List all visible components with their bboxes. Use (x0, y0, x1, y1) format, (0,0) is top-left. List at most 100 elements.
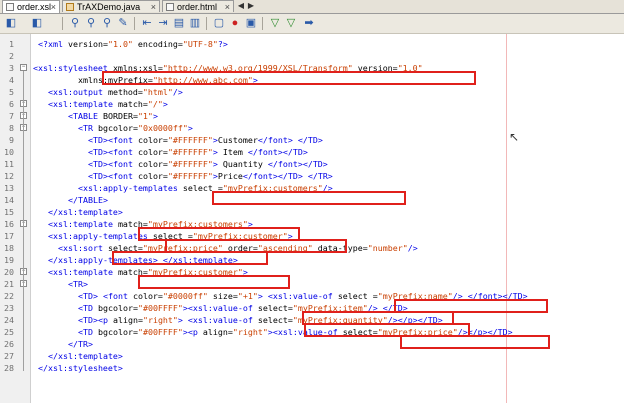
text-token: Quantity (217, 159, 268, 169)
code-line[interactable]: <xsl:template match="/"> (48, 98, 168, 110)
line-number: 13 (4, 183, 14, 193)
line-number: 25 (4, 327, 14, 337)
xml-tag-token: > <xsl:value-of (177, 315, 258, 325)
attribute-value-token: "#00FFFF" (137, 327, 183, 337)
line-number: 9 (9, 135, 14, 145)
editor-tab-bar: order.xsl × TrAXDemo.java × order.html ×… (0, 0, 624, 14)
validate-xml-icon[interactable]: ▽ (284, 16, 298, 30)
xml-tag-token: <TD><font (88, 135, 138, 145)
code-line[interactable]: </xsl:template> (48, 350, 123, 362)
close-icon[interactable]: × (151, 1, 156, 12)
attribute-value-token: "1" (137, 111, 153, 121)
find-next-icon[interactable]: ⚲ (100, 16, 114, 30)
xml-tag-token: <xsl:apply-templates (78, 183, 183, 193)
xml-tag-token: <xsl:sort (58, 243, 108, 253)
xml-tag-token: <TD><p (78, 315, 113, 325)
fold-toggle-icon[interactable]: − (20, 64, 27, 71)
uncomment-icon[interactable]: ▥ (188, 16, 202, 30)
text-token: method= (107, 87, 143, 97)
comment-icon[interactable]: ▤ (172, 16, 186, 30)
shift-left-icon[interactable]: ⇤ (140, 16, 154, 30)
text-token: bgcolor= (97, 327, 138, 337)
xml-tag-token: <xsl:stylesheet (33, 63, 113, 73)
highlight-select-price (400, 335, 550, 349)
macro-play-icon[interactable]: ▣ (244, 16, 258, 30)
close-icon[interactable]: × (51, 1, 56, 13)
toggle-highlight-icon[interactable]: ✎ (116, 16, 130, 30)
code-line[interactable]: <xsl:output method="html"/> (48, 86, 183, 98)
code-line[interactable]: </xsl:stylesheet> (38, 362, 123, 374)
xml-tag-token: </font></TD> </TR> (242, 171, 333, 181)
macro-record-icon[interactable]: ▢ (212, 16, 226, 30)
attribute-value-token: "right" (232, 327, 268, 337)
line-number: 22 (4, 291, 14, 301)
xml-tag-token: > <xsl:value-of (257, 291, 338, 301)
xml-tag-token: <TD> <font (78, 291, 133, 301)
fold-guide (23, 131, 24, 179)
text-token: encoding= (132, 39, 183, 49)
code-line[interactable]: </TABLE> (68, 194, 108, 206)
line-number: 14 (4, 195, 14, 205)
code-line[interactable]: <TD><font color="#FFFFFF">Customer</font… (88, 134, 323, 146)
scroll-tabs-right-icon[interactable]: ▶ (246, 1, 256, 11)
toolbar-separator (206, 17, 207, 30)
code-line[interactable]: <TD><font color="#FFFFFF"> Item </font><… (88, 146, 308, 158)
close-icon[interactable]: × (225, 1, 230, 12)
text-token: select= (257, 303, 293, 313)
tab-label: order.xsl (17, 2, 52, 12)
tab-order-xsl[interactable]: order.xsl × (2, 0, 60, 13)
xml-tag-token: </TR> (68, 339, 93, 349)
tab-order-html[interactable]: order.html × (162, 0, 234, 12)
xml-tag-token: <TABLE (68, 111, 103, 121)
xml-tag-token: <TD><font (88, 171, 138, 181)
xml-tag-token: <TD (78, 303, 98, 313)
line-number: 17 (4, 231, 14, 241)
text-token: Item (217, 147, 248, 157)
xsl-transform-icon[interactable]: ➡ (302, 16, 316, 30)
line-number: 1 (9, 39, 14, 49)
text-token: color= (137, 135, 168, 145)
toolbar-separator (134, 17, 135, 30)
xml-tag-token: <TR (78, 123, 98, 133)
check-xml-icon[interactable]: ▽ (268, 16, 282, 30)
tab-traxdemo-java[interactable]: TrAXDemo.java × (62, 0, 160, 12)
forward-icon[interactable]: ◧ (30, 16, 44, 30)
code-editor[interactable]: 1 2 3 4 5 6 7 8 9 10 11 12 13 14 15 16 17 18 19 20 21 22 23 24 2… (0, 34, 624, 403)
code-line[interactable]: <TR> (68, 278, 88, 290)
code-line[interactable]: <TD><font color="#FFFFFF">Price</font></… (88, 170, 333, 182)
find-previous-icon[interactable]: ⚲ (84, 16, 98, 30)
macro-stop-icon[interactable]: ● (228, 16, 242, 30)
xml-tag-token: </font></TD> (267, 159, 328, 169)
fold-guide (23, 287, 24, 347)
highlight-sort-price (112, 251, 268, 265)
code-line[interactable]: <TD><font color="#FFFFFF"> Quantity </fo… (88, 158, 328, 170)
editor-toolbar: ◧ ◧ ⚲ ⚲ ⚲ ✎ ⇤ ⇥ ▤ ▥ ▢ ● ▣ ▽ ▽ ➡ (0, 14, 624, 34)
code-line[interactable]: </xsl:template> (48, 206, 123, 218)
xml-tag-token: ><p (182, 327, 203, 337)
code-line[interactable]: <TR bgcolor="0x0000ff"> (78, 122, 193, 134)
xml-tag-token: </TABLE> (68, 195, 108, 205)
line-number: 2 (9, 51, 14, 61)
mouse-pointer-icon: ↖ (509, 130, 520, 144)
back-icon[interactable]: ◧ (4, 16, 18, 30)
line-number: 7 (9, 111, 14, 121)
shift-right-icon[interactable]: ⇥ (156, 16, 170, 30)
text-token: align= (112, 315, 143, 325)
xml-tag-token: </xsl:stylesheet> (38, 363, 123, 373)
attribute-value-token: "0x0000ff" (137, 123, 188, 133)
code-line[interactable]: <?xml version="1.0" encoding="UTF-8"?> (38, 38, 228, 50)
code-line[interactable]: </TR> (68, 338, 93, 350)
scroll-tabs-left-icon[interactable]: ◀ (236, 1, 246, 11)
toolbar-separator (262, 17, 263, 30)
line-number: 15 (4, 207, 14, 217)
line-number: 4 (9, 75, 14, 85)
xml-tag-token: </font> </TD> (257, 135, 323, 145)
search-icon[interactable]: ⚲ (68, 16, 82, 30)
attribute-value-token: "#0000ff" (162, 291, 208, 301)
text-token: color= (132, 291, 163, 301)
code-line[interactable]: <TABLE BORDER="1"> (68, 110, 158, 122)
xml-tag-token: <xsl:output (48, 87, 108, 97)
attribute-value-token: "html" (142, 87, 173, 97)
xml-tag-token: <?xml (38, 39, 68, 49)
xml-tag-token: > (162, 99, 168, 109)
